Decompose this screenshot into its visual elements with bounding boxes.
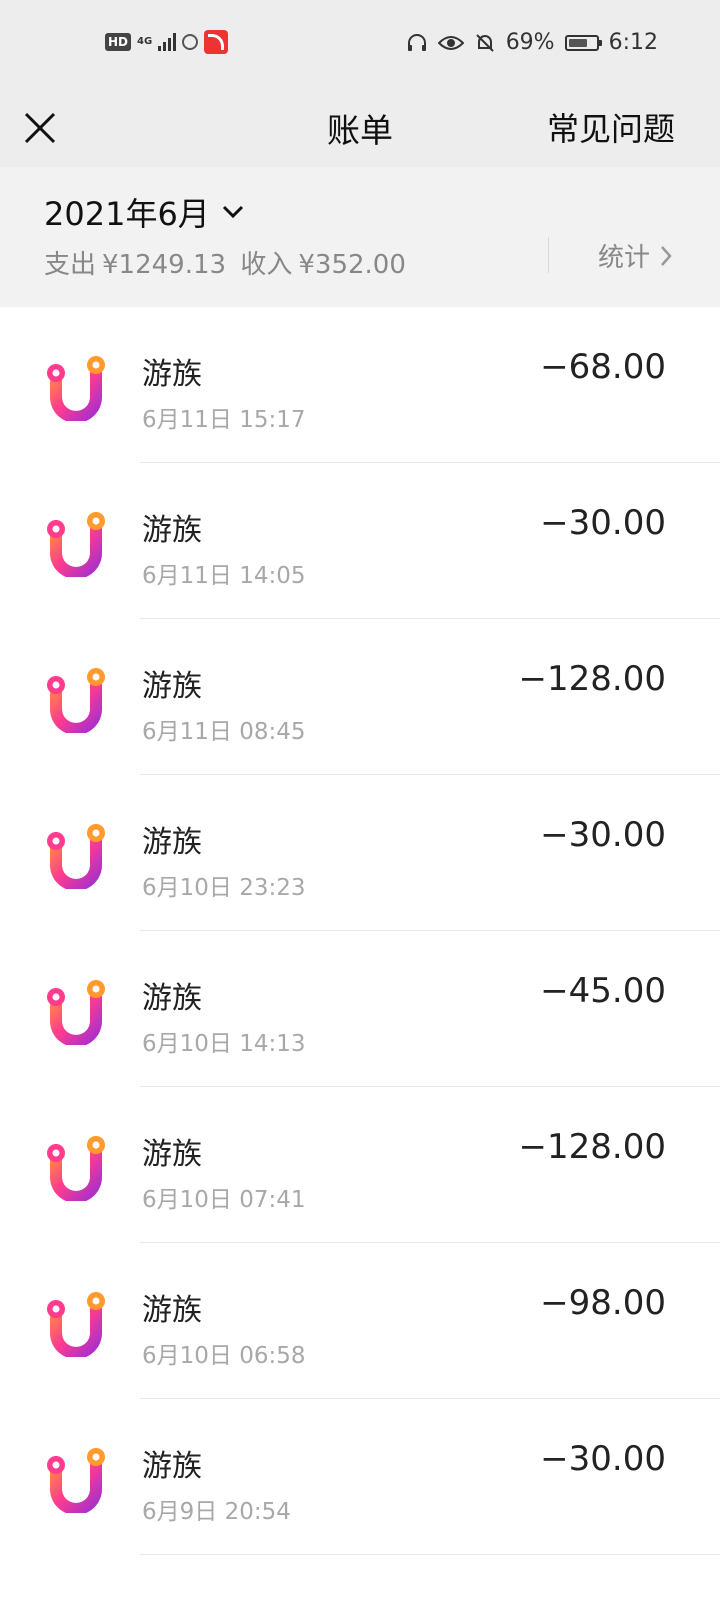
transaction-time: 6月11日 14:05 (142, 563, 306, 589)
faq-button[interactable]: 常见问题 (547, 104, 675, 150)
merchant-name: 游族 (142, 1449, 202, 1484)
transaction-amount: −30.00 (540, 1439, 666, 1479)
transaction-time: 6月11日 15:17 (142, 407, 306, 433)
merchant-logo-icon (47, 980, 105, 1045)
transaction-amount: −128.00 (518, 659, 666, 699)
stats-label: 统计 (597, 243, 650, 273)
merchant-name: 游族 (142, 357, 202, 392)
transaction-row[interactable]: 游族 6月11日 15:17 −68.00 (0, 307, 720, 463)
bill-summary: 2021年6月 支出 ¥1249.13 收入 ¥352.00 统计 (0, 167, 720, 307)
summary-totals: 支出 ¥1249.13 收入 ¥352.00 (44, 244, 412, 281)
transaction-row[interactable]: 游族 6月10日 14:13 −45.00 (0, 931, 720, 1087)
chevron-down-icon (222, 205, 243, 219)
transaction-amount: −30.00 (540, 503, 666, 543)
transaction-time: 6月10日 14:13 (142, 1031, 306, 1057)
transaction-amount: −30.00 (540, 815, 666, 855)
merchant-logo-icon (47, 1136, 105, 1201)
merchant-name: 游族 (142, 513, 202, 548)
transaction-time: 6月10日 06:58 (142, 1343, 306, 1369)
app-notification-icon (182, 34, 199, 50)
status-bar: HD 4G 69% 6:12 (0, 0, 720, 90)
signal-icon (158, 33, 177, 51)
battery-percent: 69% (505, 30, 555, 55)
nav-bar: 账单 常见问题 (0, 90, 720, 167)
transaction-row[interactable]: 游族 6月10日 06:58 −98.00 (0, 1243, 720, 1399)
transaction-amount: −128.00 (518, 1127, 666, 1167)
merchant-name: 游族 (142, 825, 202, 860)
chevron-right-icon (661, 245, 672, 266)
merchant-name: 游族 (142, 981, 202, 1016)
merchant-logo-icon (47, 356, 105, 421)
merchant-logo-icon (47, 512, 105, 577)
row-divider (140, 1554, 720, 1555)
merchant-logo-icon (47, 668, 105, 733)
transaction-time: 6月10日 23:23 (142, 875, 306, 901)
merchant-logo-icon (47, 1292, 105, 1357)
status-right: 69% 6:12 (406, 30, 658, 55)
bell-muted-icon (475, 33, 494, 52)
transaction-amount: −45.00 (540, 971, 666, 1011)
transaction-row[interactable]: 游族 6月11日 14:05 −30.00 (0, 463, 720, 619)
expense-total: ¥1249.13 (102, 250, 227, 280)
headset-icon (407, 33, 426, 51)
transaction-amount: −98.00 (540, 1283, 666, 1323)
merchant-name: 游族 (142, 1137, 202, 1172)
transaction-row[interactable]: 游族 6月10日 23:23 −30.00 (0, 775, 720, 931)
transaction-time: 6月9日 20:54 (142, 1499, 291, 1525)
transaction-time: 6月11日 08:45 (142, 719, 306, 745)
transaction-row[interactable]: 游族 6月11日 08:45 −128.00 (0, 619, 720, 775)
battery-icon (564, 34, 602, 51)
transaction-row[interactable]: 游族 6月9日 20:54 −30.00 (0, 1399, 720, 1555)
income-total: ¥352.00 (298, 250, 406, 280)
hd-icon: HD (105, 33, 132, 51)
transaction-row[interactable]: 游族 6月10日 07:41 −128.00 (0, 1087, 720, 1243)
stats-button[interactable]: 统计 (598, 237, 672, 274)
network-type: 4G (137, 36, 153, 47)
merchant-name: 游族 (142, 669, 202, 704)
status-left: HD 4G (105, 30, 229, 54)
merchant-logo-icon (47, 824, 105, 889)
income-label: 收入 (240, 250, 293, 280)
transaction-list: 游族 6月11日 15:17 −68.00 游族 6月11日 14:05 −30… (0, 307, 720, 1555)
app-shortcut-icon (204, 30, 229, 54)
clock: 6:12 (608, 30, 658, 55)
month-label: 2021年6月 (44, 195, 210, 233)
expense-label: 支出 (44, 250, 97, 280)
merchant-logo-icon (47, 1448, 105, 1513)
transaction-amount: −68.00 (540, 347, 666, 387)
month-selector[interactable]: 2021年6月 (44, 189, 244, 235)
merchant-name: 游族 (142, 1293, 202, 1328)
transaction-time: 6月10日 07:41 (142, 1187, 306, 1213)
divider (548, 237, 549, 273)
eye-icon (437, 35, 464, 50)
